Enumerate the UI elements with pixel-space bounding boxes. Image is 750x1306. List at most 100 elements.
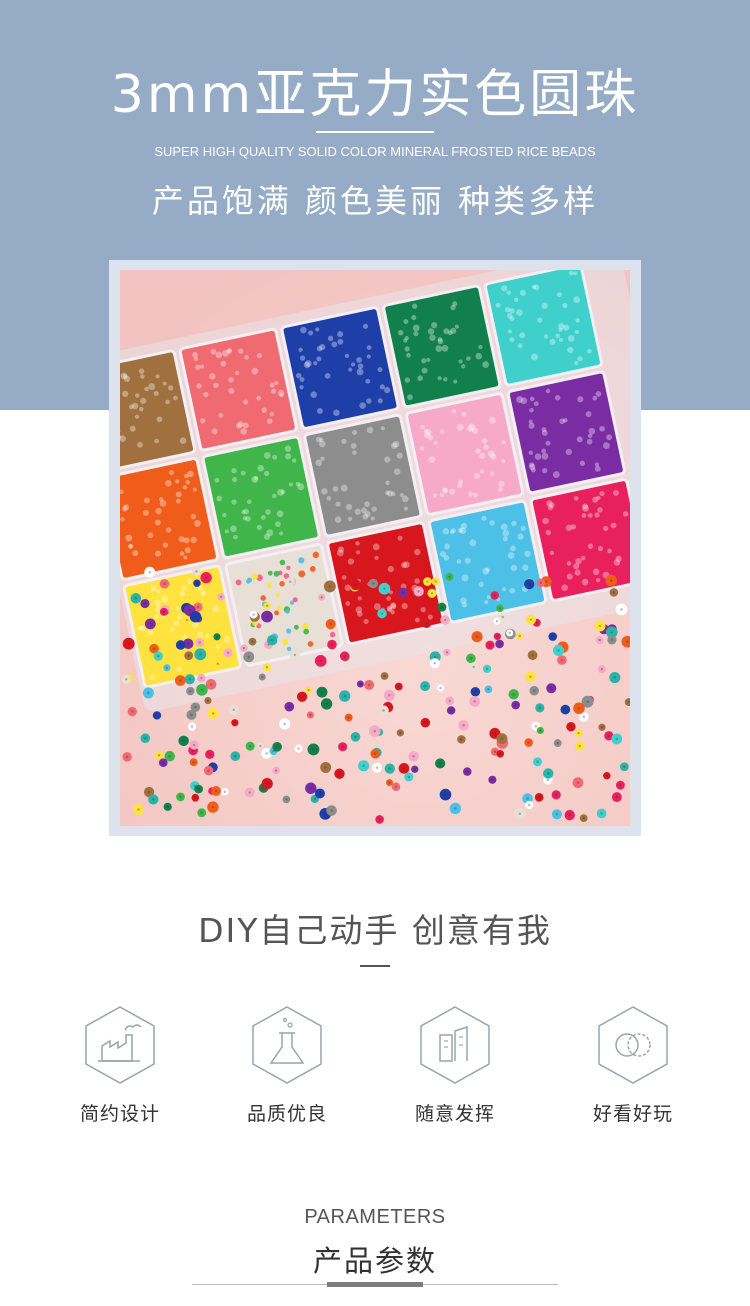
bead-hole (556, 741, 559, 745)
bead-hole (297, 747, 300, 750)
bead-hole (538, 706, 542, 710)
bead-hole (232, 708, 235, 712)
bead-hole (547, 772, 550, 775)
bead-hole (512, 693, 515, 696)
bead-hole (274, 769, 278, 772)
bead-hole (144, 737, 147, 740)
factory-icon (85, 1006, 155, 1084)
bead-hole (208, 753, 211, 756)
bead-hole (440, 605, 444, 609)
bead-hole (233, 721, 237, 724)
bead-hole (252, 613, 255, 616)
bead-hole (248, 791, 251, 794)
bead-hole (313, 797, 317, 801)
bead-hole (206, 699, 210, 702)
bead-hole (518, 634, 521, 638)
bead-compartment (382, 284, 502, 409)
bead-hole (460, 738, 463, 741)
bead-hole (209, 683, 213, 686)
bead-hole (163, 582, 166, 586)
bead-hole (190, 725, 194, 728)
bead-hole (612, 591, 616, 594)
product-photo (120, 270, 630, 826)
bead-hole (261, 675, 264, 679)
bead-hole (539, 729, 542, 732)
parameters-heading-en: PARAMETERS (304, 1206, 446, 1228)
bead-hole (433, 662, 436, 665)
bead-hole (373, 729, 376, 733)
bead-hole (454, 807, 457, 810)
bead-hole (508, 631, 511, 635)
bead-hole (318, 792, 322, 795)
bead-hole (586, 700, 589, 703)
feature-label: 随意发挥 (414, 1103, 495, 1125)
bead-hole (598, 638, 601, 642)
bead-hole (285, 798, 288, 801)
bead-hole (194, 796, 197, 799)
bead-hole (223, 790, 226, 794)
bead-hole (330, 809, 333, 812)
feature-fun: 好看好玩 (558, 1005, 708, 1126)
bead-hole (162, 761, 165, 764)
bead-hole (265, 752, 268, 755)
bead-hole (382, 709, 385, 712)
bead-hole (324, 812, 327, 816)
bead-hole (319, 659, 322, 663)
bead-hole (433, 655, 437, 659)
bead-hole (514, 703, 517, 707)
bead-hole (443, 618, 447, 622)
bead-hole (374, 752, 377, 755)
feature-quality: 品质优良 (212, 1005, 362, 1126)
bead-hole (615, 737, 618, 741)
bead-hole (320, 596, 323, 599)
bead-hole (265, 604, 269, 607)
bead-compartment (506, 370, 626, 495)
bead-hole (474, 690, 477, 693)
bead-hole (198, 641, 201, 644)
bead-hole (152, 798, 155, 801)
bead-hole (347, 716, 350, 719)
bead-hole (546, 778, 549, 782)
bead-hole (125, 678, 128, 681)
bead-hole (564, 708, 567, 711)
bead-hole (495, 620, 499, 623)
bead-hole (165, 666, 169, 670)
bead-hole (266, 782, 269, 785)
bead-hole (137, 808, 140, 811)
bead-hole (148, 571, 151, 574)
bead-hole (600, 812, 603, 815)
bead-hole (182, 739, 185, 743)
bead-hole (187, 654, 190, 657)
bead-hole (219, 595, 223, 599)
bead-hole (537, 796, 541, 799)
bead-hole (491, 778, 494, 781)
bead-hole (423, 684, 427, 688)
bead-hole (190, 713, 193, 717)
bead-hole (259, 744, 262, 748)
bead-hole (283, 722, 286, 726)
bead-hole (448, 699, 451, 702)
bead-hole (434, 580, 437, 583)
bead-hole (539, 581, 543, 585)
bead-hole (189, 689, 192, 693)
bead-hole (200, 688, 204, 692)
bead-hole (528, 582, 531, 586)
bead-hole (426, 580, 429, 583)
bead-hole (275, 745, 279, 748)
bead-hole (341, 745, 344, 748)
bead-hole (424, 721, 427, 724)
bead-hole (569, 725, 573, 728)
bead-hole (388, 694, 391, 697)
bead-hole (131, 710, 134, 713)
feature-label: 好看好玩 (592, 1103, 673, 1125)
bead-hole (488, 643, 492, 647)
bead-hole (289, 580, 292, 583)
bead-hole (529, 618, 533, 621)
bead-compartment (178, 327, 298, 452)
buildings-icon (420, 1006, 490, 1084)
bead-hole (242, 647, 246, 650)
bead-hole (195, 570, 198, 573)
bead-hole (354, 583, 357, 587)
bead-hole (192, 743, 196, 747)
bead-hole (309, 787, 312, 790)
